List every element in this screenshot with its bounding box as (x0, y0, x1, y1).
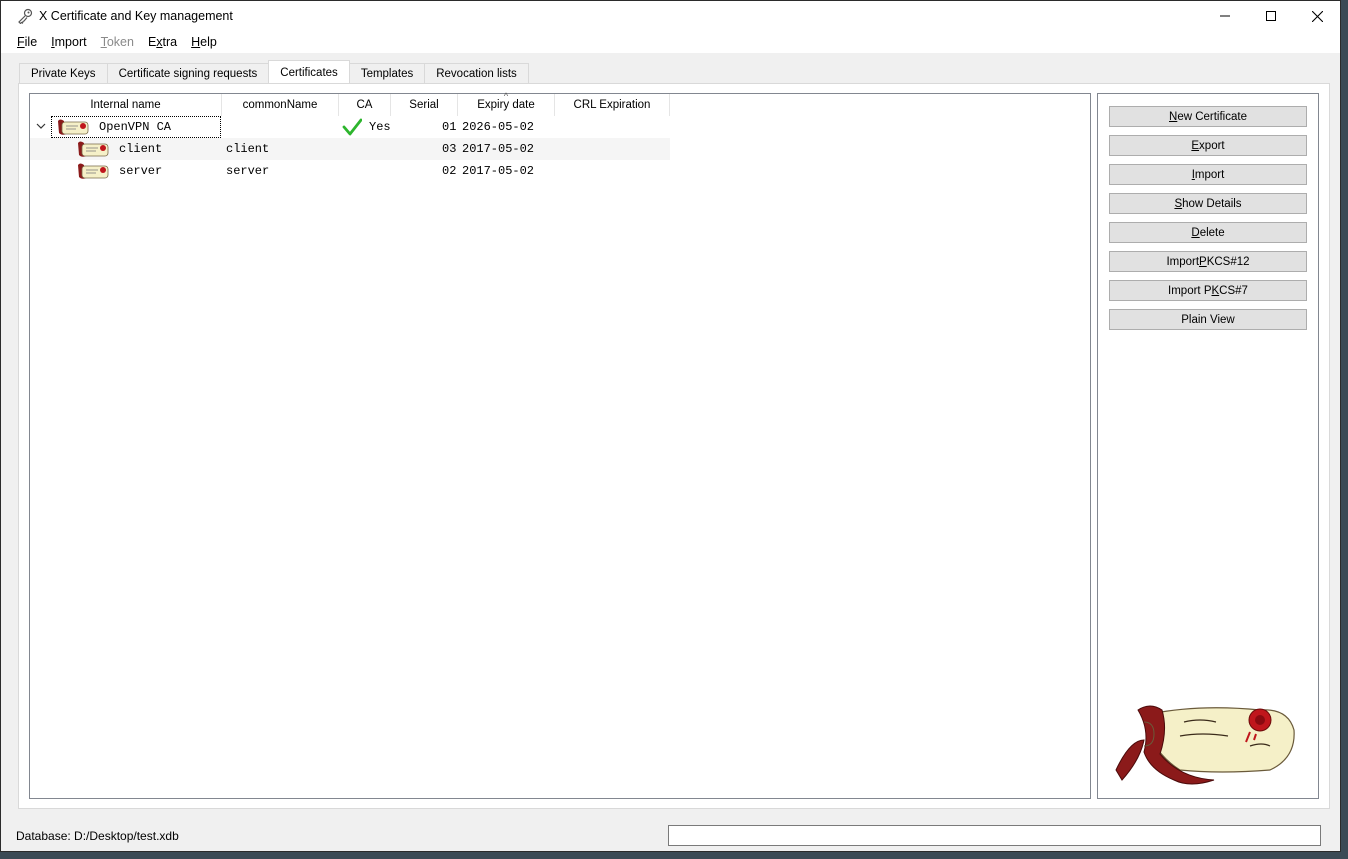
cell-serial: 02 (442, 164, 457, 178)
window-title: X Certificate and Key management (39, 9, 233, 23)
status-bar: Database: D:/Desktop/test.xdb (1, 821, 1340, 853)
close-icon (1311, 10, 1323, 22)
column-header-serial[interactable]: Serial (391, 94, 458, 116)
certificates-panel: Internal name commonName CA Serial ^ Exp… (18, 83, 1330, 809)
key-icon (18, 8, 33, 24)
cell-expiry: 2026-05-02 (462, 120, 535, 134)
cell-expiry: 2017-05-02 (462, 142, 535, 156)
minimize-icon (1220, 15, 1230, 17)
cell-serial: 01 (442, 120, 457, 134)
certificate-icon (78, 141, 109, 157)
tree-row[interactable]: OpenVPN CA Yes 01 2026-05-02 (30, 116, 670, 138)
cell-common-name: server (226, 164, 270, 178)
tab-revocation-lists[interactable]: Revocation lists (424, 63, 529, 84)
tab-bar: Private Keys Certificate signing request… (19, 60, 529, 84)
import-button[interactable]: Import (1109, 164, 1307, 185)
tab-private-keys[interactable]: Private Keys (19, 63, 108, 84)
tree-header: Internal name commonName CA Serial ^ Exp… (30, 91, 670, 116)
cell-internal-name: OpenVPN CA (99, 120, 172, 134)
menu-file[interactable]: File (10, 35, 44, 49)
certificate-icon (78, 163, 109, 179)
tab-templates[interactable]: Templates (348, 63, 426, 84)
tab-certificate-signing-requests[interactable]: Certificate signing requests (106, 63, 270, 84)
minimize-button[interactable] (1202, 1, 1248, 31)
tree-row[interactable]: server server 02 2017-05-02 (30, 160, 670, 182)
cell-serial: 03 (442, 142, 457, 156)
cell-expiry: 2017-05-02 (462, 164, 535, 178)
tab-certificates[interactable]: Certificates (268, 60, 350, 84)
menu-extra[interactable]: Extra (141, 35, 184, 49)
menu-token[interactable]: Token (94, 35, 141, 49)
status-progress-field (668, 825, 1321, 846)
cell-internal-name: client (119, 142, 163, 156)
column-header-internal-name[interactable]: Internal name (30, 94, 222, 116)
column-header-common-name[interactable]: commonName (222, 94, 339, 116)
sort-ascending-icon: ^ (503, 91, 509, 101)
close-button[interactable] (1294, 1, 1340, 31)
menu-bar: File Import Token Extra Help (1, 31, 1340, 53)
import-pkcs7-button[interactable]: Import P K CS#7 (1109, 280, 1307, 301)
menu-import[interactable]: Import (44, 35, 93, 49)
new-certificate-button[interactable]: New Certificate (1109, 106, 1307, 127)
app-window: X Certificate and Key management File Im… (0, 0, 1341, 852)
xca-scroll-logo (1115, 705, 1295, 785)
column-header-expiry-date[interactable]: ^ Expiry date (458, 91, 555, 116)
delete-button[interactable]: Delete (1109, 222, 1307, 243)
import-pkcs12-button[interactable]: Import P KCS#12 (1109, 251, 1307, 272)
column-header-crl-expiration[interactable]: CRL Expiration (555, 94, 670, 116)
cell-common-name: client (226, 142, 270, 156)
menu-help[interactable]: Help (184, 35, 224, 49)
action-panel: New Certificate Export Import Show Detai… (1097, 93, 1319, 799)
title-bar[interactable]: X Certificate and Key management (1, 1, 1340, 31)
database-path: Database: D:/Desktop/test.xdb (16, 829, 179, 843)
check-icon (342, 118, 362, 136)
cell-internal-name: server (119, 164, 163, 178)
show-details-button[interactable]: Show Details (1109, 193, 1307, 214)
tree-body: OpenVPN CA Yes 01 2026-05-02 client clie… (30, 116, 670, 182)
column-header-ca[interactable]: CA (339, 94, 391, 116)
maximize-button[interactable] (1248, 1, 1294, 31)
maximize-icon (1266, 11, 1276, 21)
certificate-tree[interactable]: Internal name commonName CA Serial ^ Exp… (29, 91, 1091, 799)
plain-view-button[interactable]: Plain View (1109, 309, 1307, 330)
tree-row[interactable]: client client 03 2017-05-02 (30, 138, 670, 160)
export-button[interactable]: Export (1109, 135, 1307, 156)
cell-ca: Yes (369, 120, 391, 134)
chevron-down-icon[interactable] (36, 120, 46, 132)
